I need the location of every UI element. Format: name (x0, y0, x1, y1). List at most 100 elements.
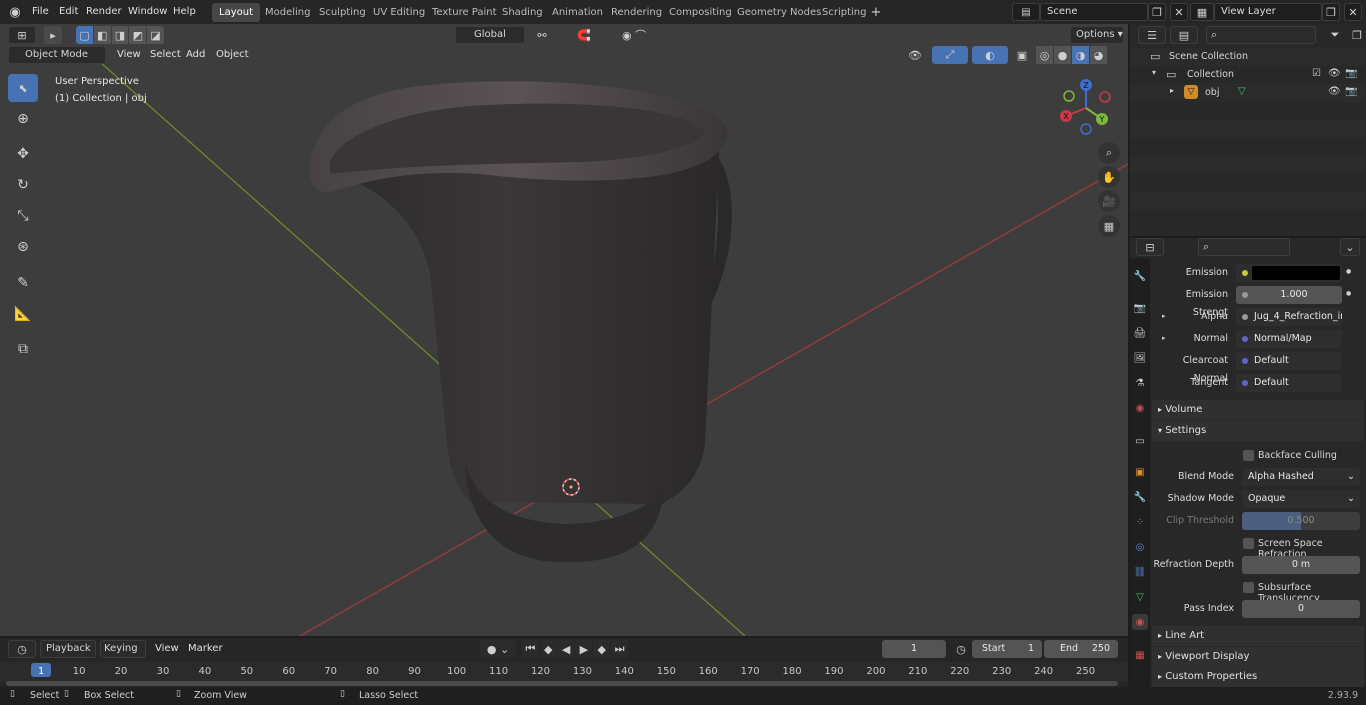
tab-scripting[interactable]: Scripting (815, 3, 873, 22)
solid-shading-icon[interactable]: ● (1054, 46, 1071, 64)
navigation-gizmo[interactable]: Z Y X (1058, 76, 1120, 138)
normal-link-field[interactable]: Normal/Map (1236, 330, 1342, 348)
tab-layout[interactable]: Layout (212, 3, 260, 22)
start-frame-field[interactable]: Start 1 (972, 640, 1042, 658)
object-tab-icon[interactable]: ▣ (1132, 464, 1148, 480)
tool-select-box-icon[interactable]: ⬉ (8, 74, 38, 102)
viewport-menu-add[interactable]: Add (181, 46, 210, 64)
display-mode-icon[interactable]: ▤ (1170, 26, 1198, 44)
object-visibility-eye-icon[interactable]: 👁 (1328, 86, 1341, 97)
custom-properties-panel-header[interactable]: ▸ Custom Properties (1152, 667, 1364, 687)
new-scene-icon[interactable]: ❐ (1148, 3, 1166, 21)
clip-threshold-slider[interactable]: 0.500 (1242, 512, 1360, 530)
scene-name-field[interactable]: Scene (1040, 3, 1148, 21)
output-tab-icon[interactable]: 🖨 (1132, 325, 1148, 341)
particles-tab-icon[interactable]: ⁘ (1132, 514, 1148, 530)
keying-dropdown[interactable]: Keying (100, 640, 146, 658)
playback-dropdown[interactable]: Playback (40, 640, 96, 658)
mode-intersect-icon[interactable]: ◪ (147, 26, 164, 44)
blender-logo-icon[interactable]: ◉ (6, 3, 24, 21)
object-mode-dropdown[interactable]: Object Mode (8, 46, 106, 64)
material-shading-icon[interactable]: ◑ (1072, 46, 1089, 64)
data-tab-icon[interactable]: ▽ (1132, 589, 1148, 605)
mode-subtract-icon[interactable]: ◨ (111, 26, 129, 44)
visibility-eye-icon[interactable]: 👁 (1328, 68, 1341, 79)
viewport-menu-view[interactable]: View (112, 46, 146, 64)
tool-annotate-icon[interactable]: ✎ (8, 269, 38, 297)
view-layer-field[interactable]: View Layer (1214, 3, 1322, 21)
transform-orientation-dropdown[interactable]: Global (455, 26, 525, 44)
alpha-link-field[interactable]: Jug_4_Refraction_in... (1236, 308, 1342, 326)
outliner-editor-type-icon[interactable]: ☰ (1138, 26, 1166, 44)
refraction-depth-field[interactable]: 0 m (1242, 556, 1360, 574)
xray-icon[interactable]: ▣ (1014, 46, 1030, 64)
tab-compositing[interactable]: Compositing (662, 3, 739, 22)
overlays-toggle-icon[interactable]: ◐ (972, 46, 1008, 64)
material-tab-icon[interactable]: ◉ (1132, 614, 1148, 630)
properties-options-icon[interactable]: ⌄ (1340, 238, 1360, 256)
tab-sculpting[interactable]: Sculpting (312, 3, 373, 22)
render-tab-icon[interactable]: 📷 (1132, 300, 1148, 316)
outliner-search-input[interactable]: ⌕ (1206, 26, 1316, 44)
play-icon[interactable]: ▶ (575, 640, 593, 658)
keyframe-dot-icon[interactable]: ● (1346, 290, 1351, 297)
view-layer-tab-icon[interactable]: 🖼 (1132, 350, 1148, 366)
new-collection-icon[interactable]: ❐ (1350, 26, 1364, 44)
menu-render[interactable]: Render (81, 2, 127, 22)
tab-texture-paint[interactable]: Texture Paint (425, 3, 504, 22)
snap-icon[interactable]: 🧲 (560, 26, 608, 44)
tool-measure-icon[interactable]: 📐 (8, 300, 38, 328)
row-object[interactable]: ▸ ▽ obj ▽ 👁 📷 (1130, 84, 1366, 102)
proportional-edit-icon[interactable]: ◉ ⌒ (612, 26, 656, 44)
settings-panel-header[interactable]: ▾ Settings (1152, 421, 1364, 441)
tool-settings-tab-icon[interactable]: 🔧 (1132, 268, 1148, 284)
tool-scale-icon[interactable]: ⤡ (8, 202, 38, 230)
new-view-layer-icon[interactable]: ❐ (1322, 3, 1340, 21)
tangent-field[interactable]: Default (1236, 374, 1342, 392)
gizmo-toggle-icon[interactable]: ⤢ (932, 46, 968, 64)
zoom-view-icon[interactable]: ⌕ (1098, 142, 1120, 164)
viewport-menu-select[interactable]: Select (145, 46, 186, 64)
modifiers-tab-icon[interactable]: 🔧 (1132, 489, 1148, 505)
blend-mode-dropdown[interactable]: Alpha Hashed ⌄ (1242, 468, 1360, 486)
wireframe-shading-icon[interactable]: ◎ (1036, 46, 1053, 64)
tab-shading[interactable]: Shading (495, 3, 550, 22)
view-layer-browse-icon[interactable]: ▦ (1190, 3, 1214, 21)
clearcoat-normal-field[interactable]: Default (1236, 352, 1342, 370)
world-tab-icon[interactable]: ◉ (1132, 400, 1148, 416)
options-dropdown[interactable]: Options ▾ (1070, 26, 1124, 44)
tool-cursor-icon[interactable]: ⊕ (8, 105, 38, 133)
timeline-menu-marker[interactable]: Marker (183, 640, 228, 658)
ssr-checkbox[interactable] (1243, 538, 1254, 549)
volume-panel-header[interactable]: ▸ Volume (1152, 400, 1364, 420)
row-collection[interactable]: ▾ ▭ Collection ☑ 👁 📷 (1130, 66, 1366, 84)
record-keyframe-icon[interactable]: ● ⌄ (480, 640, 516, 658)
shadow-mode-dropdown[interactable]: Opaque ⌄ (1242, 490, 1360, 508)
properties-editor-type-icon[interactable]: ⊟ (1136, 238, 1164, 256)
rendered-shading-icon[interactable]: ◕ (1090, 46, 1107, 64)
texture-tab-icon[interactable]: ▦ (1132, 647, 1148, 663)
subsurface-checkbox[interactable] (1243, 582, 1254, 593)
exclude-checkbox-icon[interactable]: ☑ (1312, 68, 1321, 79)
tool-rotate-icon[interactable]: ↻ (8, 171, 38, 199)
select-tool-icon[interactable]: ▸ (44, 26, 62, 44)
remove-scene-icon[interactable]: ✕ (1170, 3, 1188, 21)
ortho-toggle-icon[interactable]: ▦ (1098, 215, 1120, 237)
timeline-menu-view[interactable]: View (150, 640, 184, 658)
pass-index-field[interactable]: 0 (1242, 600, 1360, 618)
3d-viewport[interactable]: ⊞ ▸ ▢ ◧ ◨ ◩ ◪ Global ⚯ 🧲 ◉ ⌒ Options ▾ O… (0, 24, 1128, 636)
current-frame-field[interactable]: 1 (882, 640, 946, 658)
tab-modeling[interactable]: Modeling (258, 3, 318, 22)
remove-view-layer-icon[interactable]: ✕ (1344, 3, 1362, 21)
tool-transform-icon[interactable]: ⊛ (8, 233, 38, 261)
mode-extend-icon[interactable]: ◧ (93, 26, 111, 44)
expand-icon[interactable]: ▸ (1170, 86, 1174, 95)
collection-tab-icon[interactable]: ▭ (1132, 433, 1148, 449)
next-keyframe-icon[interactable]: ◆ (593, 640, 611, 658)
editor-type-icon[interactable]: ⊞ (8, 26, 36, 44)
properties-search-input[interactable]: ⌕ (1198, 238, 1290, 256)
timeline-scrollbar[interactable] (6, 681, 1118, 686)
menu-edit[interactable]: Edit (54, 2, 83, 22)
menu-file[interactable]: File (27, 2, 54, 22)
scene-tab-icon[interactable]: ⚗ (1132, 375, 1148, 391)
